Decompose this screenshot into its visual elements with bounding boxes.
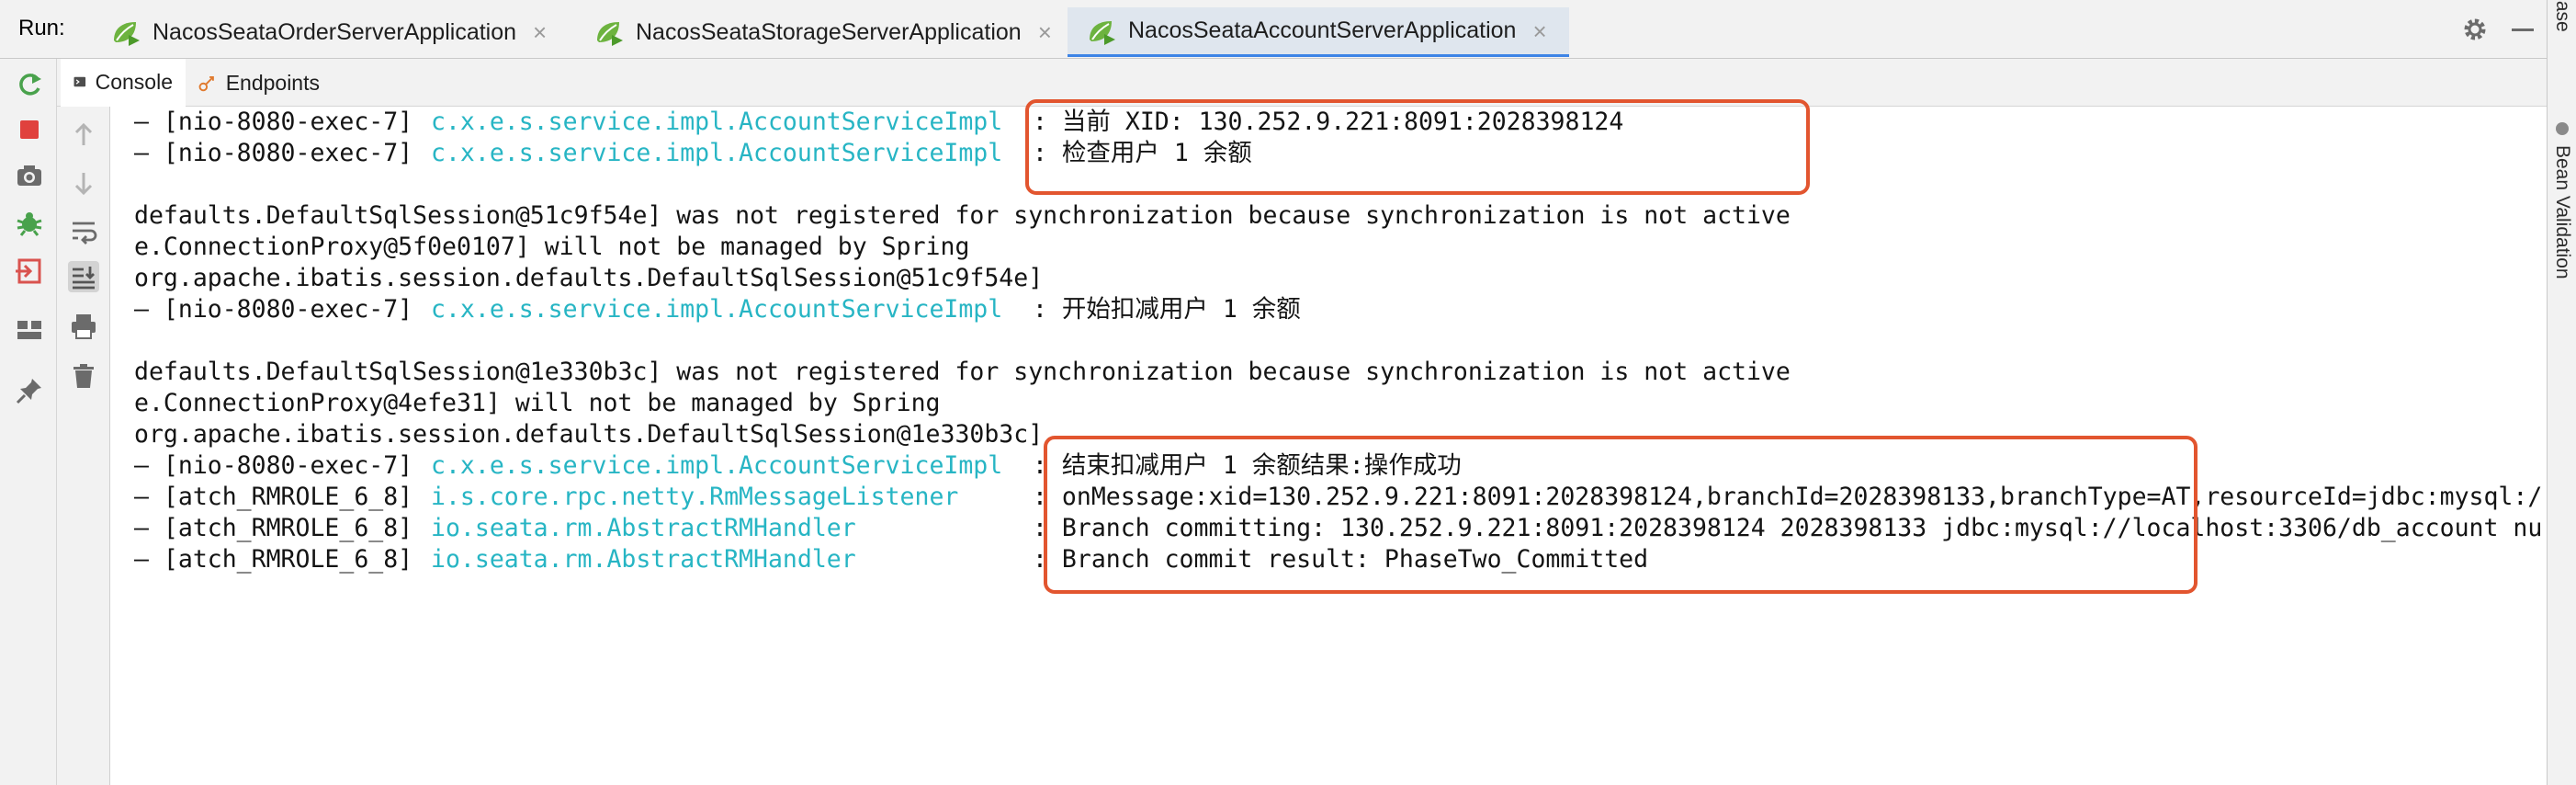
log-line: org.apache.ibatis.session.defaults.Defau… [134, 263, 1043, 294]
run-tab-order-server[interactable]: NacosSeataOrderServerApplication × [92, 7, 555, 57]
run-tab-label: NacosSeataStorageServerApplication [636, 18, 1022, 45]
up-arrow-icon[interactable] [68, 119, 99, 151]
spring-boot-icon [597, 22, 623, 46]
log-text: e.ConnectionProxy@4efe31] will not be ma… [134, 389, 941, 417]
log-message: : 结束扣减用户 1 余额结果:操作成功 [1033, 451, 1462, 480]
close-icon[interactable]: × [1532, 19, 1546, 43]
minimize-icon[interactable] [2506, 13, 2539, 46]
log-logger-link[interactable]: io.seata.rm.AbstractRMHandler [431, 544, 856, 575]
run-label: Run: [18, 16, 65, 40]
console-icon [73, 76, 86, 87]
log-text: e.ConnectionProxy@5f0e0107] will not be … [134, 233, 970, 261]
bean-validation-icon [2556, 122, 2569, 135]
run-tab-account-server[interactable]: NacosSeataAccountServerApplication × [1068, 7, 1569, 57]
tab-endpoints[interactable]: Endpoints [186, 59, 333, 107]
right-tool-strip: atabase Bean Validation [2547, 0, 2576, 785]
log-line: — [nio-8080-exec-7] c.x.e.s.service.impl… [134, 450, 1462, 482]
log-thread: — [atch_RMROLE_6_8] [134, 483, 413, 511]
print-icon[interactable] [68, 311, 99, 342]
log-thread: — [nio-8080-exec-7] [134, 108, 413, 136]
database-tool-tab[interactable]: atabase [2551, 0, 2573, 32]
log-message: : onMessage:xid=130.252.9.221:8091:20283… [1033, 483, 2543, 511]
tab-console-label: Console [95, 69, 173, 94]
down-arrow-icon[interactable] [68, 167, 99, 199]
scroll-to-end-icon[interactable] [68, 261, 99, 292]
stop-icon[interactable] [14, 114, 45, 145]
layout-icon[interactable] [14, 314, 45, 346]
log-line: — [atch_RMROLE_6_8] i.s.core.rpc.netty.R… [134, 482, 2542, 513]
log-message: : Branch committing: 130.252.9.221:8091:… [1033, 514, 2543, 542]
console-output[interactable]: — [nio-8080-exec-7] c.x.e.s.service.impl… [134, 107, 2547, 785]
pin-icon[interactable] [14, 375, 45, 406]
log-line: — [atch_RMROLE_6_8] io.seata.rm.Abstract… [134, 513, 2542, 544]
log-text: defaults.DefaultSqlSession@51c9f54e] was… [134, 201, 1791, 230]
log-line: defaults.DefaultSqlSession@51c9f54e] was… [134, 200, 1791, 232]
log-message: : 检查用户 1 余额 [1033, 139, 1252, 167]
log-line: e.ConnectionProxy@5f0e0107] will not be … [134, 232, 969, 263]
log-logger-link[interactable]: c.x.e.s.service.impl.AccountServiceImpl [431, 294, 1002, 325]
log-logger-link[interactable]: c.x.e.s.service.impl.AccountServiceImpl [431, 107, 1002, 138]
tab-console[interactable]: Console [61, 59, 186, 107]
log-thread: — [atch_RMROLE_6_8] [134, 545, 413, 574]
run-tab-label: NacosSeataOrderServerApplication [153, 18, 517, 45]
log-thread: — [nio-8080-exec-7] [134, 139, 413, 167]
log-line: e.ConnectionProxy@4efe31] will not be ma… [134, 388, 941, 419]
spring-boot-icon [114, 22, 140, 46]
log-line: — [nio-8080-exec-7] c.x.e.s.service.impl… [134, 107, 1623, 138]
log-line: defaults.DefaultSqlSession@1e330b3c] was… [134, 357, 1791, 388]
debug-icon[interactable] [14, 208, 45, 239]
camera-icon[interactable] [14, 160, 45, 191]
log-line: — [nio-8080-exec-7] c.x.e.s.service.impl… [134, 138, 1252, 169]
log-text: defaults.DefaultSqlSession@1e330b3c] was… [134, 358, 1791, 386]
gear-icon[interactable] [2458, 13, 2491, 46]
exit-icon[interactable] [14, 256, 45, 287]
console-subtabs: Console Endpoints [57, 59, 2547, 107]
close-icon[interactable]: × [533, 20, 547, 44]
log-thread: — [nio-8080-exec-7] [134, 295, 413, 324]
bean-validation-tool-tab[interactable]: Bean Validation [2551, 145, 2573, 279]
log-logger-link[interactable]: i.s.core.rpc.netty.RmMessageListener [431, 482, 958, 513]
log-line-empty [134, 325, 193, 357]
log-thread: — [nio-8080-exec-7] [134, 451, 413, 480]
log-logger-link[interactable]: io.seata.rm.AbstractRMHandler [431, 513, 856, 544]
endpoints-icon [198, 75, 214, 92]
log-message: : Branch commit result: PhaseTwo_Committ… [1033, 545, 1649, 574]
log-text: org.apache.ibatis.session.defaults.Defau… [134, 420, 1044, 449]
log-text: org.apache.ibatis.session.defaults.Defau… [134, 264, 1044, 292]
run-tool-window-header: Run: NacosSeataOrderServerApplication × … [0, 0, 2547, 59]
log-line: — [nio-8080-exec-7] c.x.e.s.service.impl… [134, 294, 1301, 325]
log-line-empty [134, 169, 193, 200]
run-tab-label: NacosSeataAccountServerApplication [1128, 17, 1517, 43]
tab-endpoints-label: Endpoints [225, 70, 320, 95]
rerun-icon[interactable] [14, 68, 45, 99]
soft-wrap-icon[interactable] [68, 215, 99, 246]
console-gutter [57, 107, 110, 785]
log-logger-link[interactable]: c.x.e.s.service.impl.AccountServiceImpl [431, 138, 1002, 169]
log-thread: — [atch_RMROLE_6_8] [134, 514, 413, 542]
log-message: : 开始扣减用户 1 余额 [1033, 295, 1301, 324]
spring-boot-icon [1090, 20, 1115, 45]
log-message: : 当前 XID: 130.252.9.221:8091:2028398124 [1033, 108, 1624, 136]
run-tool-strip [0, 59, 57, 785]
log-logger-link[interactable]: c.x.e.s.service.impl.AccountServiceImpl [431, 450, 1002, 482]
close-icon[interactable]: × [1038, 20, 1052, 44]
log-line: — [atch_RMROLE_6_8] io.seata.rm.Abstract… [134, 544, 1648, 575]
log-line: org.apache.ibatis.session.defaults.Defau… [134, 419, 1043, 450]
trash-icon[interactable] [68, 360, 99, 392]
run-tab-storage-server[interactable]: NacosSeataStorageServerApplication × [575, 7, 1068, 57]
